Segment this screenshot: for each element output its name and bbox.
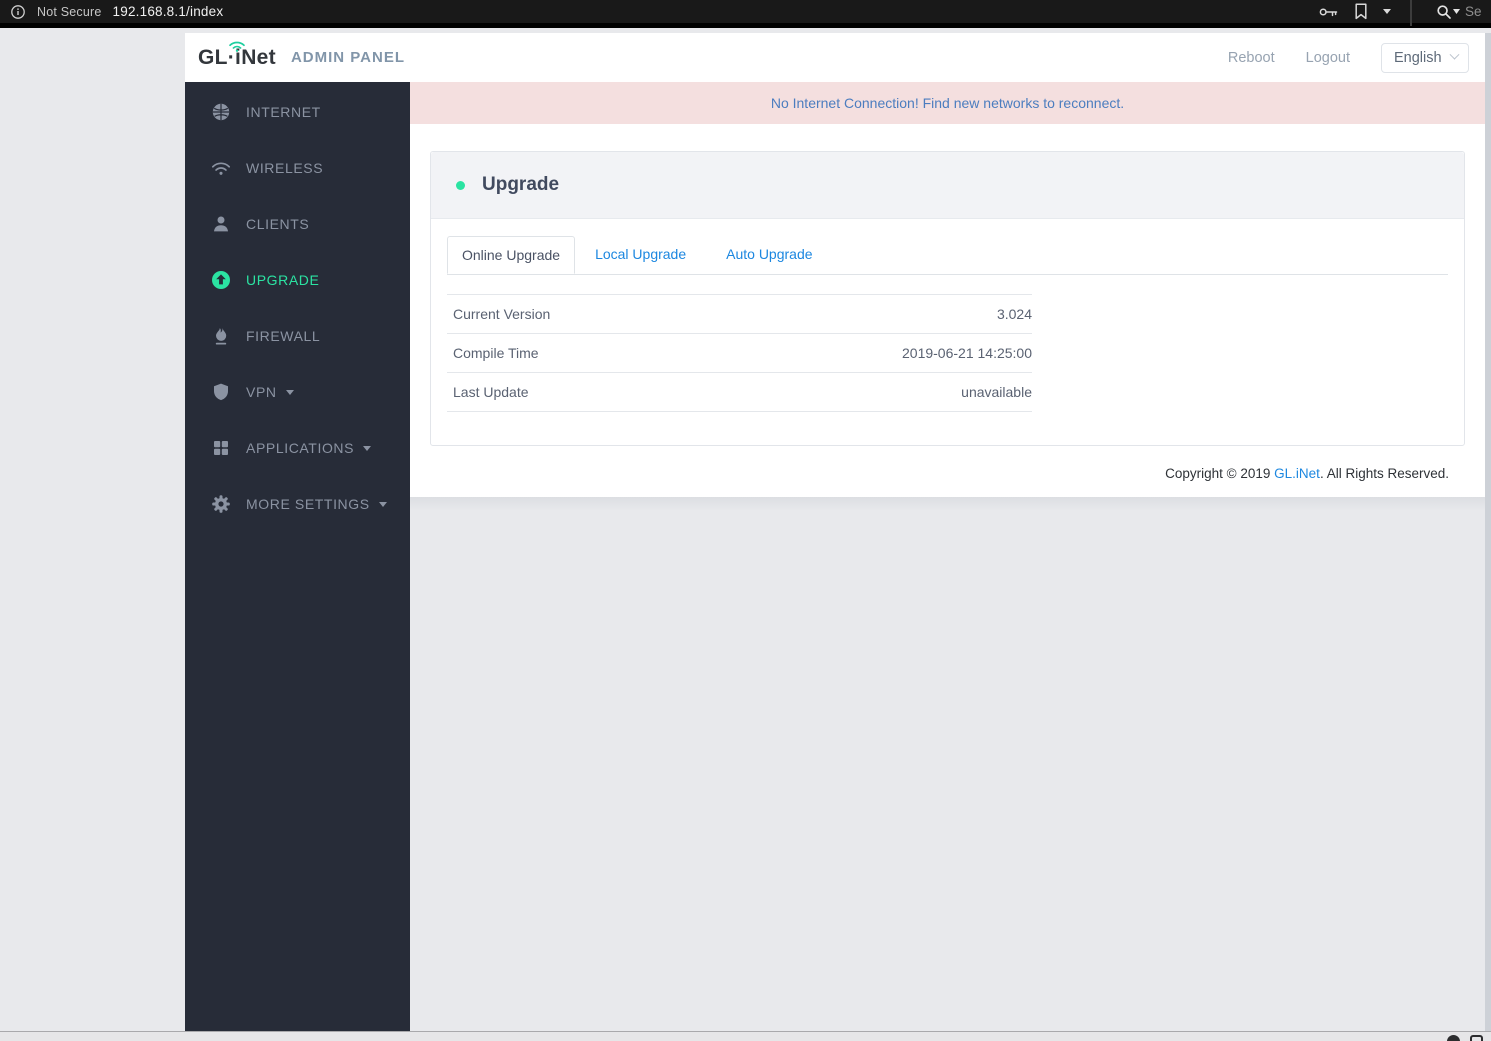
brand-link[interactable]: GL.iNet bbox=[1274, 466, 1320, 481]
admin-panel-label: ADMIN PANEL bbox=[291, 49, 405, 66]
sidebar-nav: INTERNET WIRELESS CLIENTS UPGRAD bbox=[185, 82, 410, 1031]
flame-icon bbox=[211, 326, 231, 346]
tab-online-upgrade[interactable]: Online Upgrade bbox=[447, 236, 575, 274]
row-label: Last Update bbox=[453, 384, 529, 400]
gear-icon[interactable] bbox=[1447, 1035, 1460, 1041]
upgrade-card: Upgrade Online Upgrade Local Upgrade Aut… bbox=[430, 151, 1465, 446]
upgrade-tabs: Online Upgrade Local Upgrade Auto Upgrad… bbox=[447, 236, 1448, 275]
alert-banner: No Internet Connection! Find new network… bbox=[410, 82, 1485, 124]
grid-icon bbox=[211, 438, 231, 458]
app-header: GL·iNet ADMIN PANEL Reboot Logout Englis… bbox=[185, 33, 1485, 82]
wifi-arcs-icon bbox=[228, 39, 246, 57]
chevron-down-icon bbox=[1450, 50, 1460, 60]
upgrade-circle-arrow-icon bbox=[211, 270, 231, 290]
sidebar-item-label: APPLICATIONS bbox=[246, 440, 354, 456]
language-selected-value: English bbox=[1394, 50, 1442, 66]
sidebar-item-upgrade[interactable]: UPGRADE bbox=[185, 252, 410, 308]
search-icon[interactable] bbox=[1436, 4, 1460, 20]
bottom-status-strip bbox=[0, 1031, 1491, 1041]
window-icon[interactable] bbox=[1470, 1035, 1483, 1041]
toolbar-chevron-down-icon[interactable] bbox=[1383, 9, 1391, 14]
logout-button[interactable]: Logout bbox=[1306, 50, 1350, 66]
chevron-down-icon bbox=[363, 446, 371, 451]
shield-icon bbox=[211, 382, 231, 402]
sidebar-item-label: WIRELESS bbox=[246, 160, 323, 176]
copyright-prefix: Copyright © 2019 bbox=[1165, 466, 1274, 481]
table-row: Last Update unavailable bbox=[447, 373, 1032, 412]
bookmark-icon[interactable] bbox=[1354, 3, 1368, 20]
security-label[interactable]: Not Secure bbox=[37, 5, 102, 19]
row-value: 3.024 bbox=[997, 306, 1032, 322]
search-input[interactable] bbox=[1465, 4, 1487, 19]
wifi-icon bbox=[211, 158, 231, 178]
user-icon bbox=[211, 214, 231, 234]
sidebar-item-firewall[interactable]: FIREWALL bbox=[185, 308, 410, 364]
address-bar-url[interactable]: 192.168.8.1/index bbox=[113, 4, 224, 19]
row-value: 2019-06-21 14:25:00 bbox=[902, 345, 1032, 361]
scrollbar[interactable] bbox=[1485, 33, 1491, 1031]
content-background bbox=[410, 497, 1485, 1031]
language-select[interactable]: English bbox=[1381, 43, 1469, 73]
main-content: No Internet Connection! Find new network… bbox=[410, 82, 1485, 1031]
sidebar-item-label: UPGRADE bbox=[246, 272, 319, 288]
sidebar-item-label: INTERNET bbox=[246, 104, 321, 120]
sidebar-item-label: FIREWALL bbox=[246, 328, 320, 344]
card-header: Upgrade bbox=[431, 152, 1464, 219]
sidebar-item-applications[interactable]: APPLICATIONS bbox=[185, 420, 410, 476]
tab-local-upgrade[interactable]: Local Upgrade bbox=[575, 236, 706, 274]
globe-icon bbox=[211, 102, 231, 122]
browser-toolbar: Not Secure 192.168.8.1/index bbox=[0, 0, 1491, 28]
version-info-table: Current Version 3.024 Compile Time 2019-… bbox=[447, 294, 1032, 412]
sidebar-item-vpn[interactable]: VPN bbox=[185, 364, 410, 420]
info-icon[interactable] bbox=[10, 4, 26, 20]
toolbar-divider bbox=[1410, 0, 1412, 26]
sidebar-item-label: MORE SETTINGS bbox=[246, 496, 370, 512]
row-label: Compile Time bbox=[453, 345, 539, 361]
page-title: Upgrade bbox=[482, 174, 559, 196]
chevron-down-icon bbox=[286, 390, 294, 395]
sidebar-item-label: CLIENTS bbox=[246, 216, 309, 232]
copyright: Copyright © 2019 GL.iNet. All Rights Res… bbox=[430, 466, 1449, 481]
alert-link[interactable]: No Internet Connection! Find new network… bbox=[771, 95, 1124, 111]
sidebar-item-more-settings[interactable]: MORE SETTINGS bbox=[185, 476, 410, 532]
gear-icon bbox=[211, 494, 231, 514]
key-icon[interactable] bbox=[1319, 6, 1339, 18]
table-row: Compile Time 2019-06-21 14:25:00 bbox=[447, 334, 1032, 373]
row-value: unavailable bbox=[961, 384, 1032, 400]
tab-auto-upgrade[interactable]: Auto Upgrade bbox=[706, 236, 832, 274]
sidebar-item-label: VPN bbox=[246, 384, 277, 400]
row-label: Current Version bbox=[453, 306, 550, 322]
sidebar-item-clients[interactable]: CLIENTS bbox=[185, 196, 410, 252]
sidebar-item-wireless[interactable]: WIRELESS bbox=[185, 140, 410, 196]
copyright-suffix: . All Rights Reserved. bbox=[1320, 466, 1449, 481]
glinet-logo: GL·iNet bbox=[198, 46, 276, 70]
reboot-button[interactable]: Reboot bbox=[1228, 50, 1275, 66]
chevron-down-icon bbox=[379, 502, 387, 507]
table-row: Current Version 3.024 bbox=[447, 295, 1032, 334]
sidebar-item-internet[interactable]: INTERNET bbox=[185, 84, 410, 140]
status-dot bbox=[456, 181, 465, 190]
